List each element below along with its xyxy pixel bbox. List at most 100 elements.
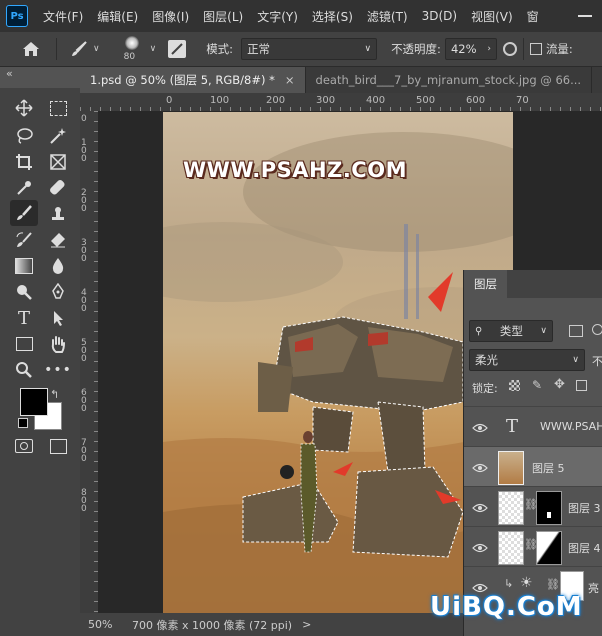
tab-label: death_bird___7_by_mjranum_stock.jpg @ 66… xyxy=(315,73,582,87)
marquee-tool-icon[interactable] xyxy=(46,96,70,120)
ruler-tick: 1 0 0 xyxy=(81,138,87,164)
link-icon[interactable]: ⛓ xyxy=(546,578,560,591)
path-selection-tool-icon[interactable] xyxy=(46,306,70,330)
lock-transparent-pixels-icon[interactable] xyxy=(509,380,520,391)
layer-row-layer5[interactable]: 图层 5 xyxy=(464,446,602,487)
history-brush-tool-icon[interactable] xyxy=(12,228,36,252)
chevron-down-icon[interactable]: ∨ xyxy=(150,44,157,54)
screen-mode-icon[interactable] xyxy=(46,434,70,458)
default-colors-icon[interactable] xyxy=(18,418,28,428)
ruler-tick: 4 0 0 xyxy=(81,288,87,314)
mode-dropdown[interactable]: 正常 ∨ xyxy=(241,38,378,60)
blur-tool-icon[interactable] xyxy=(46,254,70,278)
quick-mask-icon[interactable] xyxy=(12,434,36,458)
pen-tool-icon[interactable] xyxy=(46,280,70,304)
menu-layer[interactable]: 图层(L) xyxy=(196,8,250,25)
gradient-tool-icon[interactable] xyxy=(12,254,36,278)
document-tabs: 1.psd @ 50% (图层 5, RGB/8#) * × death_bir… xyxy=(80,67,602,93)
menu-type[interactable]: 文字(Y) xyxy=(250,8,305,25)
menu-window[interactable]: 窗 xyxy=(520,8,546,25)
ruler-tick: 600 xyxy=(466,95,486,106)
layer-filter-value: 类型 xyxy=(499,324,523,338)
search-icon: ⚲ xyxy=(475,325,483,337)
rectangle-tool-icon[interactable] xyxy=(12,332,36,356)
layer-thumbnail xyxy=(498,491,524,525)
chevron-down-icon: ∨ xyxy=(364,44,372,54)
menu-image[interactable]: 图像(I) xyxy=(145,8,196,25)
menu-select[interactable]: 选择(S) xyxy=(305,8,360,25)
menu-filter[interactable]: 滤镜(T) xyxy=(360,8,415,25)
visibility-eye-icon[interactable] xyxy=(472,542,488,553)
zoom-level[interactable]: 50% xyxy=(88,618,132,631)
move-tool-icon[interactable] xyxy=(12,96,36,120)
clipping-arrow-icon: ↳ xyxy=(504,577,514,590)
brush-tool-icon[interactable] xyxy=(69,39,89,59)
visibility-eye-icon[interactable] xyxy=(472,462,488,473)
tab-layers[interactable]: 图层 xyxy=(464,270,507,298)
menu-file[interactable]: 文件(F) xyxy=(36,8,90,25)
document-image[interactable]: WWW.PSAHZ.COM xyxy=(163,112,513,613)
visibility-eye-icon[interactable] xyxy=(472,502,488,513)
scene-artwork xyxy=(163,132,513,613)
menu-edit[interactable]: 编辑(E) xyxy=(90,8,145,25)
text-layer-thumb-icon: T xyxy=(506,416,519,437)
collapse-panel-icon[interactable]: « xyxy=(6,67,13,80)
blend-mode-dropdown[interactable]: 柔光 ∨ xyxy=(469,349,585,371)
clone-stamp-tool-icon[interactable] xyxy=(46,202,70,226)
chevron-down-icon[interactable]: ∨ xyxy=(93,44,100,54)
chevron-right-icon[interactable]: > xyxy=(302,618,311,631)
lock-artboard-icon[interactable] xyxy=(576,380,587,391)
tab-1psd[interactable]: 1.psd @ 50% (图层 5, RGB/8#) * × xyxy=(80,67,306,93)
crop-tool-icon[interactable] xyxy=(12,150,36,174)
layer-row-layer3[interactable]: ⛓ 图层 3 xyxy=(464,486,602,527)
pressure-opacity-icon[interactable] xyxy=(502,42,517,56)
eyedropper-tool-icon[interactable] xyxy=(12,176,36,200)
brush-settings-icon[interactable] xyxy=(168,40,187,58)
close-icon[interactable]: × xyxy=(285,73,295,87)
brush-tip-icon xyxy=(124,36,139,50)
filter-adjustment-layers-icon[interactable] xyxy=(592,324,602,335)
ruler-tick: 8 0 0 xyxy=(81,488,87,514)
ruler-tick: 3 0 0 xyxy=(81,238,87,264)
lasso-tool-icon[interactable] xyxy=(12,124,36,148)
lock-image-pixels-icon[interactable]: ✎ xyxy=(532,378,542,392)
layer-filter-dropdown[interactable]: ⚲ 类型 ∨ xyxy=(469,320,553,342)
ruler-tick: 0 xyxy=(166,95,173,106)
menu-3d[interactable]: 3D(D) xyxy=(415,9,464,23)
options-bar: ∨ 80 ∨ 模式: 正常 ∨ 不透明度: 42% › 流量: xyxy=(0,32,602,67)
swap-colors-icon[interactable]: ↰ xyxy=(50,388,59,401)
type-tool-icon[interactable]: T xyxy=(12,306,36,330)
brush-preset-picker[interactable]: 80 xyxy=(116,34,150,64)
zoom-tool-icon[interactable] xyxy=(12,358,36,382)
ruler-tick: 6 0 0 xyxy=(81,388,87,414)
minimize-icon[interactable] xyxy=(578,15,592,17)
hand-tool-icon[interactable] xyxy=(46,332,70,356)
lock-position-icon[interactable]: ✥ xyxy=(554,377,565,392)
dodge-tool-icon[interactable] xyxy=(12,280,36,304)
more-tools-icon[interactable]: ••• xyxy=(44,358,71,382)
foreground-color-swatch[interactable] xyxy=(20,388,48,416)
layer-row-layer4[interactable]: ⛓ 图层 4 xyxy=(464,526,602,567)
visibility-eye-icon[interactable] xyxy=(472,422,488,433)
mode-value: 正常 xyxy=(247,42,271,56)
home-icon[interactable] xyxy=(20,38,42,60)
frame-tool-icon[interactable] xyxy=(46,150,70,174)
ruler-tick: 300 xyxy=(316,95,336,106)
lock-label: 锁定: xyxy=(472,382,498,395)
eraser-tool-icon[interactable] xyxy=(46,228,70,252)
brush-tool-selected-icon[interactable] xyxy=(10,200,38,226)
ruler-tick: 2 0 0 xyxy=(81,188,87,214)
visibility-eye-icon[interactable] xyxy=(472,582,488,593)
tab-death-bird[interactable]: death_bird___7_by_mjranum_stock.jpg @ 66… xyxy=(306,67,593,93)
magic-wand-tool-icon[interactable] xyxy=(46,124,70,148)
ruler-tick: 5 0 0 xyxy=(81,338,87,364)
ruler-tick: 500 xyxy=(416,95,436,106)
healing-brush-tool-icon[interactable] xyxy=(46,176,70,200)
document-info[interactable]: 700 像素 x 1000 像素 (72 ppi) xyxy=(132,617,292,633)
ruler-tick: 100 xyxy=(210,95,230,106)
opacity-field[interactable]: 42% › xyxy=(444,38,497,60)
menu-bar: Ps 文件(F) 编辑(E) 图像(I) 图层(L) 文字(Y) 选择(S) 滤… xyxy=(0,0,602,32)
menu-view[interactable]: 视图(V) xyxy=(464,8,520,25)
layer-row-text[interactable]: T WWW.PSAHZ xyxy=(464,406,602,447)
filter-pixel-layers-icon[interactable] xyxy=(569,325,583,337)
